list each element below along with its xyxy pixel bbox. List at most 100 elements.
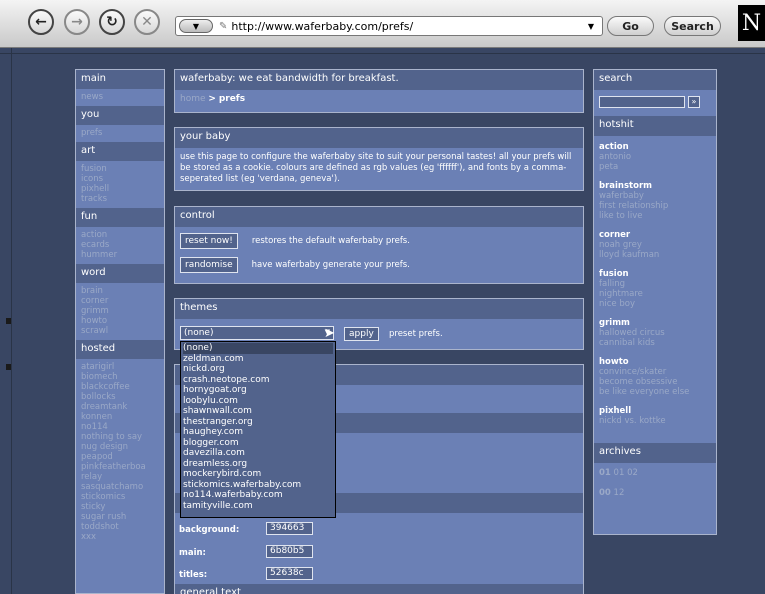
nav-item[interactable]: brain xyxy=(81,286,159,296)
theme-option[interactable]: hornygoat.org xyxy=(183,385,333,396)
back-icon[interactable]: ← xyxy=(28,9,54,35)
hotshit-link[interactable]: noah grey xyxy=(599,240,711,250)
theme-dropdown[interactable]: (none) zeldman.com nickd.org crash.neotope.… xyxy=(180,341,336,518)
nav-item[interactable]: atarigirl xyxy=(81,362,159,372)
nav-item[interactable]: pixhell xyxy=(81,184,159,194)
theme-option[interactable]: haughey.com xyxy=(183,427,333,438)
hotshit-link[interactable]: like to live xyxy=(599,211,711,221)
search-input[interactable] xyxy=(599,96,685,108)
nav-item[interactable]: howto xyxy=(81,316,159,326)
nav-item[interactable]: ecards xyxy=(81,240,159,250)
frame-resize-handle[interactable] xyxy=(6,364,11,370)
nav-item[interactable]: scrawl xyxy=(81,326,159,336)
url-bar[interactable]: ▼ ✎ http://www.waferbaby.com/prefs/ ▼ xyxy=(175,16,603,36)
nav-item[interactable]: xxx xyxy=(81,532,159,542)
breadcrumb-home[interactable]: home xyxy=(180,94,206,104)
url-text[interactable]: http://www.waferbaby.com/prefs/ xyxy=(231,20,587,33)
theme-option[interactable]: davezilla.com xyxy=(183,448,333,459)
main-field[interactable]: 6b80b5 xyxy=(266,545,313,558)
hotshit-group-title[interactable]: corner xyxy=(599,230,711,240)
hotshit-link[interactable]: nickd vs. kottke xyxy=(599,416,711,426)
hotshit-group-title[interactable]: brainstorm xyxy=(599,181,711,191)
theme-option[interactable]: nickd.org xyxy=(183,364,333,375)
go-button[interactable]: Go xyxy=(607,16,654,36)
nav-item[interactable]: no114 xyxy=(81,422,159,432)
frame-resize-handle[interactable] xyxy=(6,318,11,324)
nav-item[interactable]: fusion xyxy=(81,164,159,174)
hotshit-link[interactable]: lloyd kaufman xyxy=(599,250,711,260)
hotshit-link[interactable]: convince/skater xyxy=(599,367,711,377)
nav-item[interactable]: sasquatchamo xyxy=(81,482,159,492)
titles-field[interactable]: 52638c xyxy=(266,567,313,580)
hotshit-link[interactable]: nightmare xyxy=(599,289,711,299)
nav-item[interactable]: hummer xyxy=(81,250,159,260)
theme-option[interactable]: zeldman.com xyxy=(183,354,333,365)
nav-item[interactable]: nug design xyxy=(81,442,159,452)
nav-item[interactable]: sticky xyxy=(81,502,159,512)
nav-item[interactable]: dreamtank xyxy=(81,402,159,412)
nav-header[interactable]: fun xyxy=(76,208,164,227)
nav-item[interactable]: sugar rush xyxy=(81,512,159,522)
nav-item[interactable]: prefs xyxy=(81,128,159,138)
nav-item[interactable]: pinkfeatherboa xyxy=(81,462,159,472)
theme-option[interactable]: thestranger.org xyxy=(183,417,333,428)
nav-item[interactable]: icons xyxy=(81,174,159,184)
nav-header[interactable]: hosted xyxy=(76,340,164,359)
nav-item[interactable]: konnen xyxy=(81,412,159,422)
hotshit-link[interactable]: falling xyxy=(599,279,711,289)
hotshit-link[interactable]: hallowed circus xyxy=(599,328,711,338)
theme-option[interactable]: loobylu.com xyxy=(183,396,333,407)
hotshit-group-title[interactable]: pixhell xyxy=(599,406,711,416)
archive-year[interactable]: 01 xyxy=(599,468,611,478)
theme-option[interactable]: no114.waferbaby.com xyxy=(183,490,333,501)
hotshit-link[interactable]: antonio xyxy=(599,152,711,162)
hotshit-link[interactable]: nice boy xyxy=(599,299,711,309)
nav-item[interactable]: blackcoffee xyxy=(81,382,159,392)
hotshit-link[interactable]: waferbaby xyxy=(599,191,711,201)
nav-header[interactable]: main xyxy=(76,70,164,89)
nav-item[interactable]: tracks xyxy=(81,194,159,204)
chevron-down-icon[interactable]: ▼ xyxy=(588,22,594,31)
theme-option[interactable]: mockerybird.com xyxy=(183,469,333,480)
reload-icon[interactable]: ↻ xyxy=(99,9,125,35)
theme-option[interactable]: stickomics.waferbaby.com xyxy=(183,480,333,491)
nav-header[interactable]: art xyxy=(76,142,164,161)
search-button[interactable]: Search xyxy=(664,16,721,36)
theme-option[interactable]: tamityville.com xyxy=(183,501,333,512)
nav-item[interactable]: peapod xyxy=(81,452,159,462)
nav-item[interactable]: grimm xyxy=(81,306,159,316)
theme-option[interactable]: crash.neotope.com xyxy=(183,375,333,386)
background-field[interactable]: 394663 xyxy=(266,522,313,535)
nav-item[interactable]: stickomics xyxy=(81,492,159,502)
nav-item[interactable]: toddshot xyxy=(81,522,159,532)
hotshit-link[interactable]: become obsessive xyxy=(599,377,711,387)
archive-months[interactable]: 01 02 xyxy=(614,468,638,478)
theme-option[interactable]: blogger.com xyxy=(183,438,333,449)
stop-icon[interactable]: ✕ xyxy=(134,9,160,35)
url-history-dropdown[interactable]: ▼ xyxy=(179,19,213,33)
nav-header[interactable]: word xyxy=(76,264,164,283)
archive-year[interactable]: 00 xyxy=(599,488,611,498)
hotshit-group-title[interactable]: fusion xyxy=(599,269,711,279)
nav-item[interactable]: nothing to say xyxy=(81,432,159,442)
search-go-button[interactable]: » xyxy=(688,96,700,108)
randomise-button[interactable]: randomise xyxy=(180,257,238,273)
theme-option[interactable]: shawnwall.com xyxy=(183,406,333,417)
hotshit-link[interactable]: peta xyxy=(599,162,711,172)
hotshit-group-title[interactable]: howto xyxy=(599,357,711,367)
hotshit-link[interactable]: first relationship xyxy=(599,201,711,211)
nav-item[interactable]: corner xyxy=(81,296,159,306)
reset-button[interactable]: reset now! xyxy=(180,233,238,249)
apply-button[interactable]: apply xyxy=(344,327,379,341)
archive-months[interactable]: 12 xyxy=(614,488,625,498)
hotshit-link[interactable]: be like everyone else xyxy=(599,387,711,397)
hotshit-group-title[interactable]: action xyxy=(599,142,711,152)
hotshit-link[interactable]: cannibal kids xyxy=(599,338,711,348)
theme-select[interactable]: (none) ▼ xyxy=(180,326,334,340)
theme-option[interactable]: dreamless.org xyxy=(183,459,333,470)
hotshit-group-title[interactable]: grimm xyxy=(599,318,711,328)
nav-item[interactable]: news xyxy=(81,92,159,102)
nav-header[interactable]: you xyxy=(76,106,164,125)
nav-item[interactable]: action xyxy=(81,230,159,240)
nav-item[interactable]: relay xyxy=(81,472,159,482)
